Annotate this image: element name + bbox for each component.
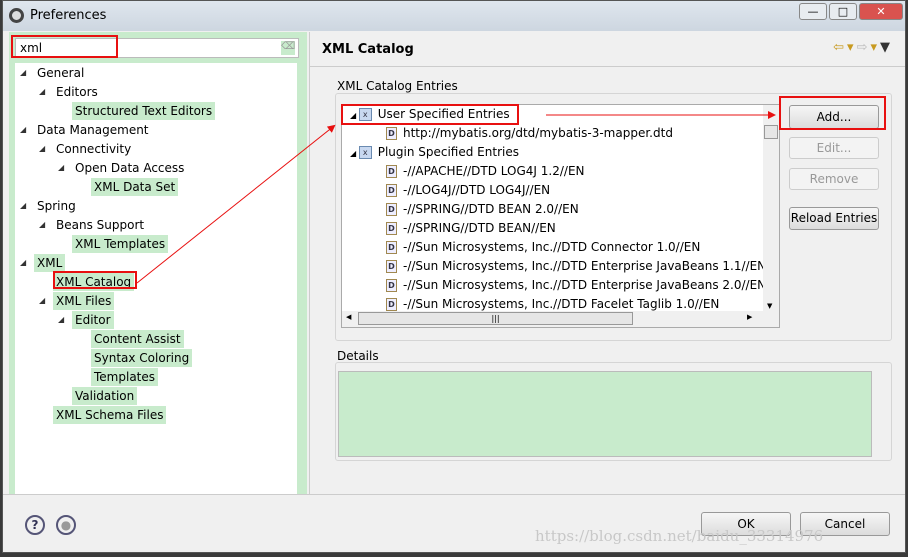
annotation-arrows bbox=[136, 111, 776, 284]
arrow-to-entries bbox=[136, 124, 336, 284]
